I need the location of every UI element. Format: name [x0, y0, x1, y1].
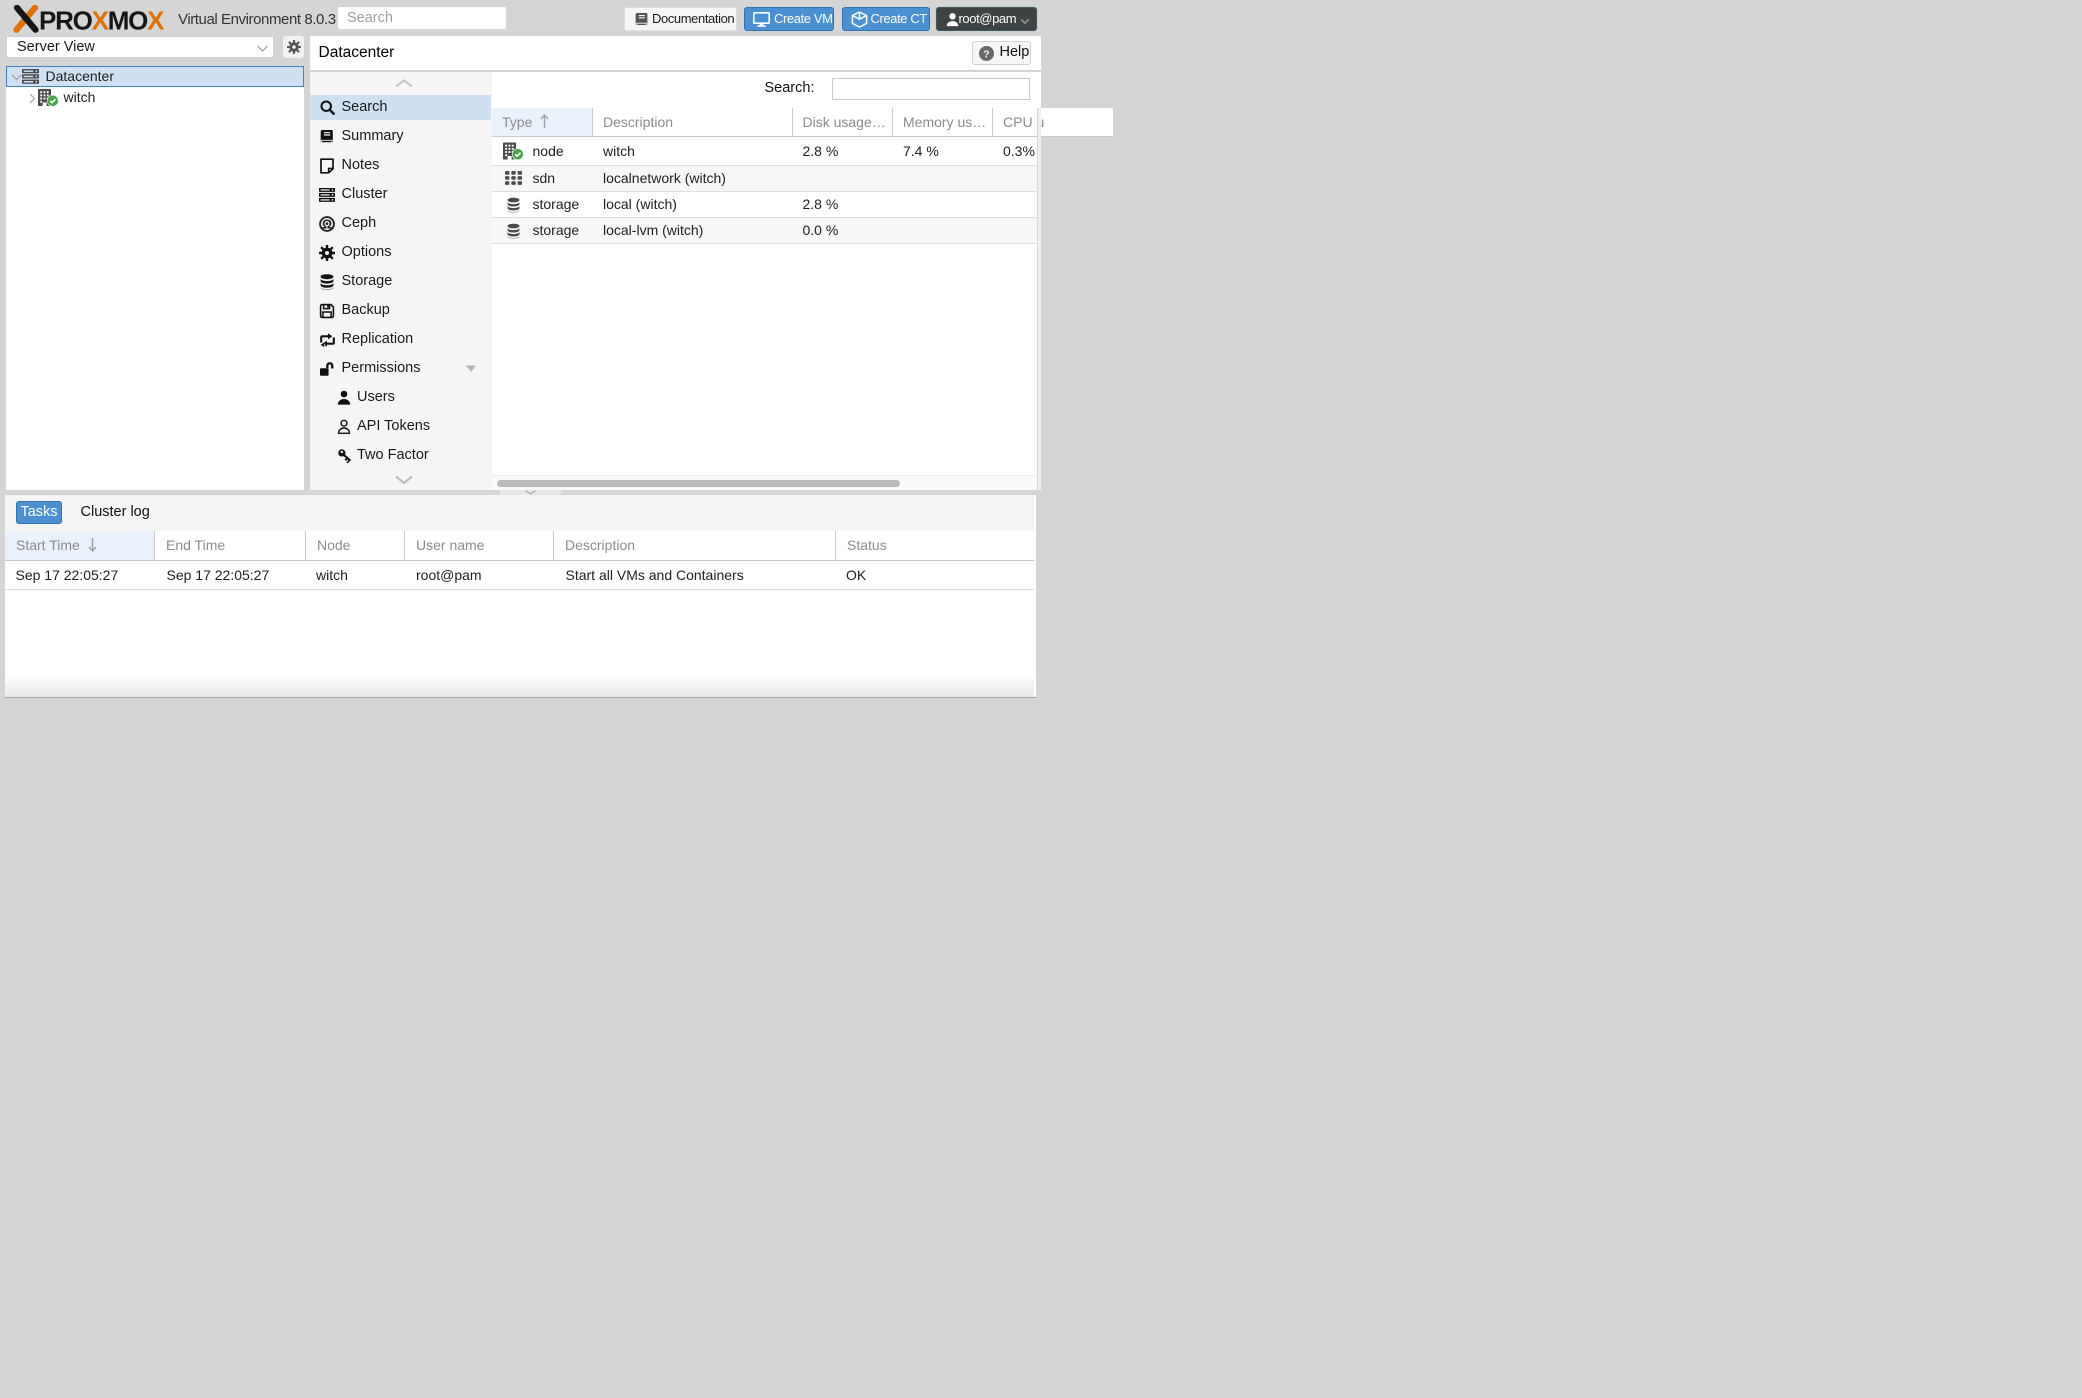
svg-text:?: ? [983, 48, 989, 60]
svg-text:PROXMOX: PROXMOX [39, 6, 165, 34]
